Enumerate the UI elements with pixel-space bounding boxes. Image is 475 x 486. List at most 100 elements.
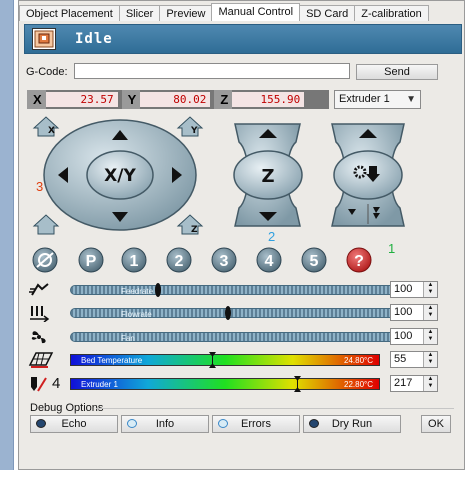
park-label: P <box>86 253 97 270</box>
bed-temperature-label: Bed Temperature <box>81 356 143 365</box>
extruder-jog-pad[interactable] <box>331 123 405 227</box>
x-coord-value: 23.57 <box>45 92 118 107</box>
printer-status-bar: Idle <box>24 24 462 54</box>
send-button[interactable]: Send <box>356 64 438 80</box>
z-coord-value: 155.90 <box>232 92 305 107</box>
extruder-temperature-label: Extruder 1 <box>81 380 118 389</box>
shortcut-buttons: P 1 2 3 4 5 ? <box>28 247 388 277</box>
spinner-arrows-icon[interactable]: ▲ ▼ <box>423 376 437 391</box>
home-z-label: Z <box>191 225 198 235</box>
shortcut-4-button[interactable]: 4 <box>256 247 282 273</box>
feedrate-thumb[interactable] <box>155 283 161 297</box>
flowrate-value: 100 <box>394 306 413 318</box>
bed-temperature-row: Bed Temperature 24.80°C 55 ▲ ▼ <box>28 351 440 369</box>
z-jog-pad[interactable]: Z <box>233 123 303 227</box>
echo-label: Echo <box>61 418 87 430</box>
coordinate-readout: X 23.57 Y 80.02 Z 155.90 <box>27 90 329 109</box>
flowrate-icon <box>28 304 52 323</box>
home-x-button[interactable]: X <box>32 116 60 137</box>
extruder-select-value: Extruder 1 <box>339 93 390 105</box>
flowrate-thumb[interactable] <box>225 306 231 320</box>
shortcut-3-label: 3 <box>220 253 229 270</box>
annotation-3: 3 <box>36 179 44 194</box>
spinner-arrows-icon[interactable]: ▲ ▼ <box>423 329 437 344</box>
printer-status-icon <box>32 28 56 50</box>
home-y-label: Y <box>190 126 198 136</box>
heated-bed-icon <box>28 351 54 369</box>
shortcut-3-button[interactable]: 3 <box>211 247 237 273</box>
shortcut-2-label: 2 <box>175 253 184 270</box>
errors-toggle-button[interactable]: Errors <box>212 415 300 433</box>
ok-button[interactable]: OK <box>421 415 451 433</box>
gcode-label: G-Code: <box>26 66 68 78</box>
status-text: Idle <box>75 31 113 47</box>
extruder-temperature-bar[interactable]: Extruder 1 22.80°C <box>70 376 380 392</box>
tab-sd-card[interactable]: SD Card <box>299 5 356 21</box>
dry-run-toggle-button[interactable]: Dry Run <box>303 415 401 433</box>
feedrate-slider[interactable]: Feedrate <box>70 283 412 297</box>
home-x-label: X <box>48 126 55 136</box>
flowrate-row: Flowrate 100 ▲ ▼ <box>28 304 440 323</box>
gcode-input[interactable] <box>74 63 350 79</box>
tab-z-calibration[interactable]: Z-calibration <box>354 5 429 21</box>
spinner-arrows-icon[interactable]: ▲ ▼ <box>423 305 437 320</box>
feedrate-icon <box>28 281 52 299</box>
shortcut-2-button[interactable]: 2 <box>166 247 192 273</box>
extruder-temperature-reading: 22.80°C <box>344 380 373 389</box>
fan-row: Fan 100 ▲ ▼ <box>28 328 440 346</box>
tab-preview[interactable]: Preview <box>159 5 213 21</box>
shortcut-4-label: 4 <box>265 253 274 270</box>
extruder-nozzle-icon <box>28 375 52 393</box>
flowrate-spinner[interactable]: 100 ▲ ▼ <box>390 304 438 321</box>
left-window-strip <box>0 0 14 470</box>
flowrate-label: Flowrate <box>121 310 152 319</box>
shortcut-1-label: 1 <box>130 253 139 270</box>
feedrate-label: Feedrate <box>121 287 154 296</box>
bed-target-spinner[interactable]: 55 ▲ ▼ <box>390 351 438 368</box>
fan-slider[interactable]: Fan <box>70 330 412 344</box>
shortcut-1-button[interactable]: 1 <box>121 247 147 273</box>
tab-object-placement[interactable]: Object Placement <box>19 5 120 21</box>
feedrate-row: Feedrate 100 ▲ ▼ <box>28 281 440 299</box>
help-label: ? <box>354 253 364 270</box>
errors-label: Errors <box>241 418 271 430</box>
fan-spinner[interactable]: 100 ▲ ▼ <box>390 328 438 345</box>
z-coord-label: Z <box>214 90 233 109</box>
dry-run-label: Dry Run <box>331 418 373 430</box>
flowrate-slider[interactable]: Flowrate <box>70 306 412 320</box>
extruder-target-spinner[interactable]: 217 ▲ ▼ <box>390 375 438 392</box>
shortcut-5-label: 5 <box>310 253 319 270</box>
echo-toggle-button[interactable]: Echo <box>30 415 118 433</box>
info-toggle-button[interactable]: Info <box>121 415 209 433</box>
spinner-arrows-icon[interactable]: ▲ ▼ <box>423 282 437 297</box>
motors-off-button[interactable] <box>32 247 58 273</box>
tab-manual-control[interactable]: Manual Control <box>211 3 301 21</box>
extruder-temperature-row: Extruder 1 22.80°C 217 ▲ ▼ <box>28 375 440 393</box>
feedrate-spinner[interactable]: 100 ▲ ▼ <box>390 281 438 298</box>
xy-label: X/Y <box>104 166 136 186</box>
help-button[interactable]: ? <box>346 247 372 273</box>
spinner-arrows-icon[interactable]: ▲ ▼ <box>423 352 437 367</box>
tab-slicer[interactable]: Slicer <box>118 5 161 21</box>
y-coord-label: Y <box>121 90 141 109</box>
tab-bar: Object Placement Slicer Preview Manual C… <box>19 3 429 22</box>
extruder-target-value: 217 <box>394 377 413 389</box>
bed-temperature-reading: 24.80°C <box>344 356 373 365</box>
debug-divider <box>96 408 454 409</box>
bed-target-marker[interactable] <box>209 352 216 368</box>
xy-jog-pad[interactable]: X/Y <box>43 119 197 231</box>
fan-value: 100 <box>394 330 413 342</box>
home-y-button[interactable]: Y <box>176 116 204 137</box>
extruder-select[interactable]: Extruder 1 ▼ <box>334 90 421 109</box>
bed-target-value: 55 <box>394 353 407 365</box>
shortcut-5-button[interactable]: 5 <box>301 247 327 273</box>
home-all-button[interactable] <box>32 214 60 235</box>
z-label: Z <box>261 166 274 187</box>
extruder-target-marker[interactable] <box>294 376 301 392</box>
home-z-button[interactable]: Z <box>176 214 204 235</box>
park-button[interactable]: P <box>78 247 104 273</box>
info-label: Info <box>155 418 175 430</box>
bed-temperature-bar[interactable]: Bed Temperature 24.80°C <box>70 352 380 368</box>
chevron-down-icon: ▼ <box>406 94 416 105</box>
fan-icon <box>28 328 52 346</box>
